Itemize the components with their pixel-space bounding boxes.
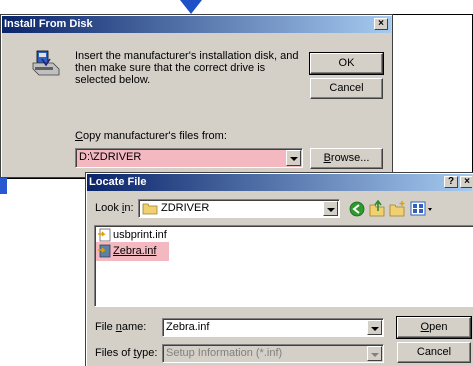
open-button[interactable]: Open (396, 316, 472, 339)
cancel-button[interactable]: Cancel (397, 342, 471, 363)
disk-drive-icon (32, 50, 60, 76)
inf-file-icon (98, 244, 111, 258)
look-in-label: Look in: (95, 202, 134, 214)
folder-icon (142, 203, 158, 215)
page-divider-line (7, 178, 87, 179)
inf-file-icon (98, 228, 111, 242)
install-dialog-title: Install From Disk (4, 18, 93, 30)
browse-button[interactable]: Browse... (310, 148, 383, 169)
look-in-combobox[interactable]: ZDRIVER (138, 199, 340, 218)
page-divider-line (392, 14, 473, 15)
copy-from-value: D:\ZDRIVER (79, 151, 142, 163)
chevron-down-icon[interactable] (367, 320, 382, 335)
chevron-down-icon (367, 346, 382, 361)
cancel-button-label: Cancel (416, 346, 452, 358)
close-icon: × (378, 18, 384, 29)
locate-dialog-titlebar: Locate File ? × (87, 174, 472, 191)
copy-from-combobox[interactable]: D:\ZDRIVER (75, 148, 303, 168)
chevron-down-icon[interactable] (286, 150, 301, 166)
look-in-value: ZDRIVER (161, 202, 210, 214)
up-folder-icon[interactable] (369, 200, 385, 217)
file-name: usbprint.inf (113, 229, 167, 241)
close-button[interactable]: × (460, 176, 472, 188)
cancel-button-label: Cancel (329, 82, 364, 94)
install-from-disk-dialog: Install From Disk × Insert the manufactu… (0, 14, 393, 178)
ok-button-label: OK (338, 57, 355, 69)
locate-file-dialog: Locate File ? × Look in: ZDRIVER usbprin… (85, 172, 473, 366)
file-name: Zebra.inf (113, 245, 157, 257)
ok-button[interactable]: OK (309, 52, 384, 75)
files-of-type-value: Setup Information (*.inf) (166, 347, 283, 359)
file-name-combobox[interactable]: Zebra.inf (162, 318, 384, 337)
chevron-down-icon[interactable] (323, 201, 338, 216)
files-of-type-label: Files of type: (95, 347, 158, 359)
close-button[interactable]: × (374, 18, 388, 30)
file-list-item[interactable]: Zebra.inf (96, 242, 169, 261)
install-message: Insert the manufacturer's installation d… (75, 50, 299, 86)
copy-from-label: Copy manufacturer's files from: (75, 130, 227, 142)
file-list[interactable]: usbprint.inf Zebra.inf (94, 225, 473, 307)
locate-dialog-title: Locate File (89, 176, 147, 188)
cancel-button[interactable]: Cancel (310, 78, 383, 99)
close-icon: × (464, 176, 470, 187)
file-name-value: Zebra.inf (166, 321, 210, 333)
help-button[interactable]: ? (444, 176, 458, 188)
view-menu-icon[interactable] (410, 201, 434, 217)
help-icon: ? (447, 176, 455, 187)
back-icon[interactable] (349, 201, 365, 217)
install-dialog-titlebar: Install From Disk × (2, 16, 391, 33)
new-folder-icon[interactable] (389, 200, 406, 217)
file-name-label: File name: (95, 321, 147, 333)
files-of-type-combobox: Setup Information (*.inf) (162, 344, 384, 363)
